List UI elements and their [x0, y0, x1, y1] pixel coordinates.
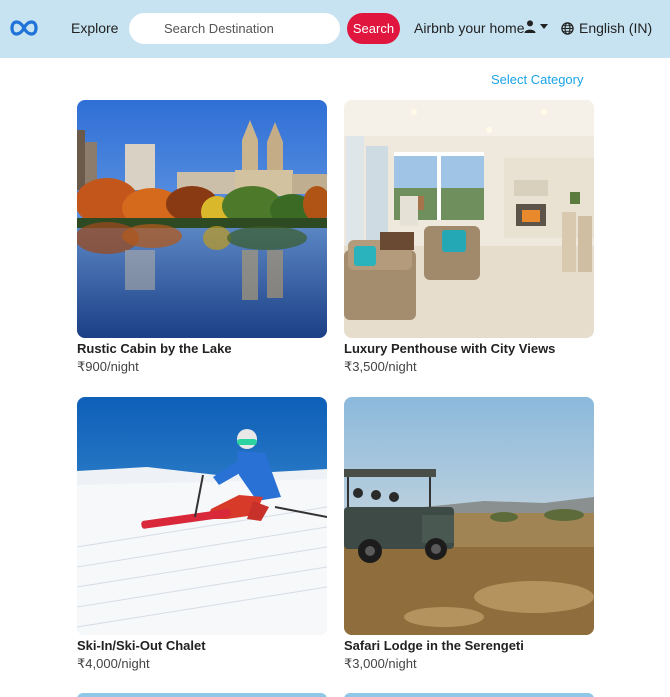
listing-card[interactable]: Luxury Penthouse with City Views ₹3,500/… — [344, 100, 594, 375]
host-link[interactable]: Airbnb your home — [414, 20, 525, 36]
listing-card[interactable]: Ski-In/Ski-Out Chalet ₹4,000/night — [77, 397, 327, 672]
search-input[interactable] — [129, 13, 340, 44]
listing-price: ₹3,000/night — [344, 656, 417, 671]
caret-down-icon — [540, 24, 548, 29]
language-selector[interactable]: English (IN) — [561, 20, 652, 36]
listing-photo-safari — [344, 397, 594, 635]
select-category-link[interactable]: Select Category — [491, 72, 584, 87]
user-icon — [524, 20, 536, 33]
nav-explore-link[interactable]: Explore — [71, 20, 118, 36]
listing-title: Rustic Cabin by the Lake — [77, 341, 232, 356]
globe-icon — [561, 21, 574, 35]
listing-photo-interior — [344, 100, 594, 338]
listing-price: ₹3,500/night — [344, 359, 417, 374]
search-button[interactable]: Search — [347, 13, 400, 44]
listing-card[interactable]: Safari Lodge in the Serengeti ₹3,000/nig… — [344, 397, 594, 672]
listing-card-partial — [77, 693, 327, 697]
user-menu-button[interactable] — [524, 20, 548, 33]
infinity-logo-icon[interactable] — [8, 16, 40, 40]
listing-card[interactable]: Rustic Cabin by the Lake ₹900/night — [77, 100, 327, 375]
language-label: English (IN) — [579, 20, 653, 36]
listing-card-partial — [344, 693, 594, 697]
listing-title: Safari Lodge in the Serengeti — [344, 638, 524, 653]
listing-price: ₹900/night — [77, 359, 139, 374]
listing-title: Ski-In/Ski-Out Chalet — [77, 638, 206, 653]
listing-price: ₹4,000/night — [77, 656, 150, 671]
navbar: Explore Search Airbnb your home English … — [0, 0, 670, 58]
listing-photo-skier — [77, 397, 327, 635]
listing-title: Luxury Penthouse with City Views — [344, 341, 556, 356]
listing-photo-lake — [77, 100, 327, 338]
